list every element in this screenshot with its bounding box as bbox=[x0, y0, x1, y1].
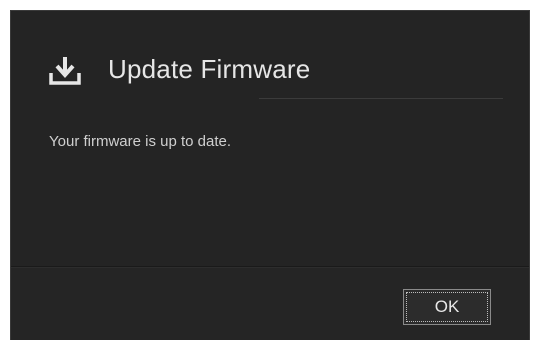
dialog-header: Update Firmware bbox=[11, 11, 529, 101]
dialog-title: Update Firmware bbox=[108, 54, 311, 84]
download-icon bbox=[48, 55, 82, 87]
status-message: Your firmware is up to date. bbox=[49, 133, 232, 150]
ok-button[interactable]: OK bbox=[403, 289, 491, 325]
update-firmware-dialog: Update Firmware Your firmware is up to d… bbox=[10, 10, 530, 340]
header-divider bbox=[259, 98, 503, 99]
footer-divider bbox=[11, 266, 529, 267]
